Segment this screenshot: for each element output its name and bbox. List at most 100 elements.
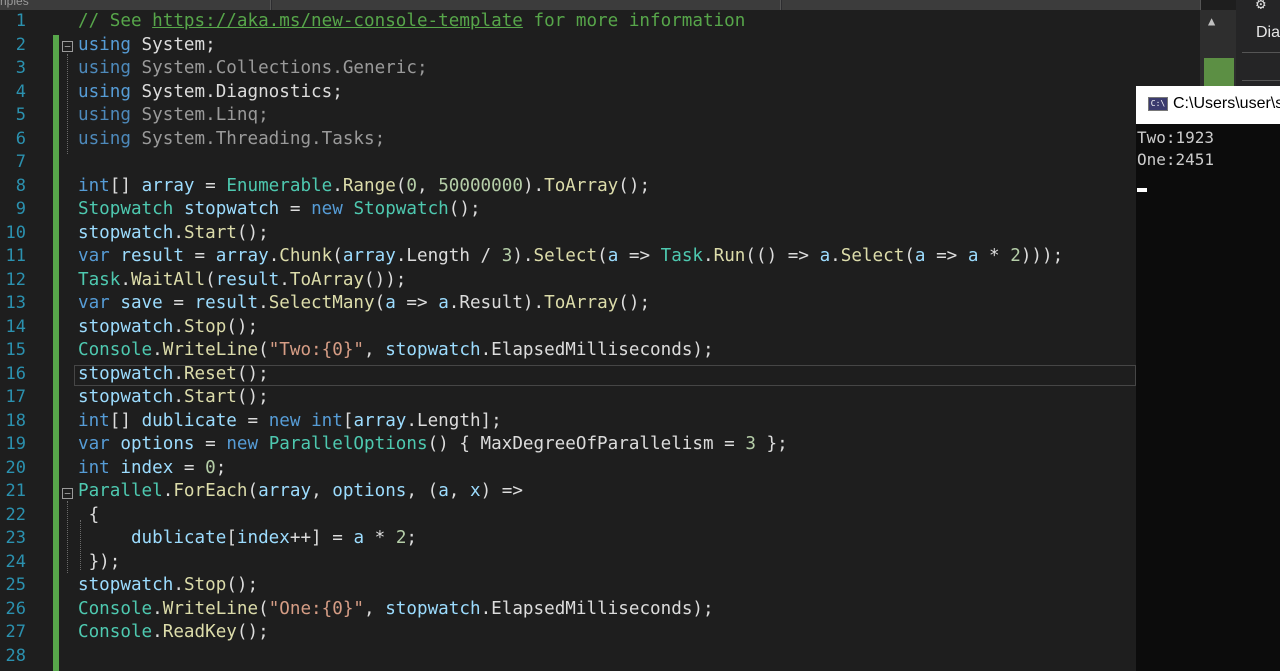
line-number: 25 [5,575,26,595]
divider [1242,52,1280,53]
code-line: 21 Parallel.ForEach(array, options, (a, … [0,480,1136,504]
line-number: 9 [15,199,26,219]
code-line: 9 Stopwatch stopwatch = new Stopwatch(); [0,198,1136,222]
gear-icon[interactable]: ⚙ [1256,0,1266,13]
code-line: 11 var result = array.Chunk(array.Length… [0,245,1136,269]
editor-tab[interactable] [782,0,1201,10]
code-line: 8 int[] array = Enumerable.Range(0, 5000… [0,175,1136,199]
console-window-title: C:\Users\user\s [1173,95,1280,112]
line-number: 3 [15,58,26,78]
code-line: 20 int index = 0; [0,457,1136,481]
line-number: 20 [5,457,26,478]
console-title-bar[interactable]: C:\ C:\Users\user\s [1136,86,1280,124]
code-text: Parallel.ForEach(array, options, (a, x) … [78,481,523,501]
code-text: stopwatch.Stop(); [78,575,259,595]
code-text: Console.WriteLine("Two:{0}", stopwatch.E… [78,340,714,360]
line-number: 8 [15,175,26,196]
line-number: 17 [5,387,26,407]
code-line: 27 Console.ReadKey(); [0,621,1136,645]
code-line: 7 [0,151,1136,175]
line-number: 21 [5,481,26,501]
code-text: using System.Threading.Tasks; [78,128,386,149]
code-line: 14 stopwatch.Stop(); [0,316,1136,340]
code-line: 23 dublicate[index++] = a * 2; [0,527,1136,551]
code-line: 18 int[] dublicate = new int[array.Lengt… [0,410,1136,434]
code-line: 2 using System; [0,34,1136,58]
code-line: 12 Task.WaitAll(result.ToArray()); [0,269,1136,293]
editor-tab-strip: nples [0,0,1201,10]
code-text: Console.ReadKey(); [78,622,269,642]
line-number: 23 [5,528,26,548]
tab-label: nples [0,0,29,8]
code-text: Stopwatch stopwatch = new Stopwatch(); [78,199,481,219]
code-text: using System.Diagnostics; [78,81,343,102]
editor-tab[interactable]: nples [0,0,271,10]
console-window[interactable]: C:\ C:\Users\user\s Two:1923 One:2451 [1136,86,1280,671]
line-number: 28 [5,645,26,666]
code-line: 13 var save = result.SelectMany(a => a.R… [0,292,1136,316]
code-text: stopwatch.Reset(); [78,363,269,384]
code-line: 25 stopwatch.Stop(); [0,574,1136,598]
line-number: 18 [5,410,26,431]
side-panel: ⚙ Dia [1236,0,1280,100]
panel-title[interactable]: Dia [1256,24,1280,42]
code-text: dublicate[index++] = a * 2; [130,528,417,548]
code-line: 28 [0,645,1136,669]
code-text: using System; [78,34,216,55]
code-text: stopwatch.Stop(); [78,316,259,337]
scroll-up-arrow-icon[interactable]: ▲ [1208,14,1215,28]
line-number: 2 [15,34,26,55]
code-line: 10 stopwatch.Start(); [0,222,1136,246]
line-number: 14 [5,316,26,337]
code-text: int index = 0; [78,457,227,478]
code-text: var options = new ParallelOptions() { Ma… [78,434,788,454]
line-number: 5 [15,105,26,125]
code-text: using System.Collections.Generic; [78,58,428,78]
code-line: 15 Console.WriteLine("Two:{0}", stopwatc… [0,339,1136,363]
line-number: 19 [5,434,26,454]
code-line: 17 stopwatch.Start(); [0,386,1136,410]
line-number: 13 [5,293,26,313]
console-cursor [1137,188,1147,192]
line-number: 15 [5,340,26,360]
line-number: 11 [5,246,26,266]
code-text: stopwatch.Start(); [78,387,269,407]
console-output-line: One:2451 [1137,150,1215,169]
divider [1242,80,1280,81]
code-line: 24 }); [0,551,1136,575]
code-line: 5 using System.Linq; [0,104,1136,128]
line-number: 1 [15,11,26,31]
line-number: 6 [15,128,26,149]
code-text: int[] array = Enumerable.Range(0, 500000… [78,175,651,196]
code-line: 3 using System.Collections.Generic; [0,57,1136,81]
code-text: { [78,504,100,525]
code-text: var save = result.SelectMany(a => a.Resu… [78,293,651,313]
line-number: 12 [5,269,26,290]
console-output-line: Two:1923 [1137,128,1215,147]
code-text: int[] dublicate = new int[array.Length]; [78,410,502,431]
line-number: 27 [5,622,26,642]
code-text: }); [78,551,121,572]
comment-link[interactable]: https://aka.ms/new-console-template [152,11,523,31]
code-line: 4 using System.Diagnostics; [0,81,1136,105]
line-number: 22 [5,504,26,525]
code-text: using System.Linq; [78,105,269,125]
code-line: 6 using System.Threading.Tasks; [0,128,1136,152]
code-text: Console.WriteLine("One:{0}", stopwatch.E… [78,598,714,619]
code-text: stopwatch.Start(); [78,222,269,243]
code-line: 26 Console.WriteLine("One:{0}", stopwatc… [0,598,1136,622]
code-text: Task.WaitAll(result.ToArray()); [78,269,407,290]
code-line: 19 var options = new ParallelOptions() {… [0,433,1136,457]
editor-tab[interactable] [272,0,781,10]
code-text: // See https://aka.ms/new-console-templa… [78,11,746,31]
code-line: 16 stopwatch.Reset(); [0,363,1136,387]
line-number: 4 [15,81,26,102]
terminal-icon: C:\ [1148,97,1168,111]
code-editor[interactable]: − − 1 // See https://aka.ms/new-console-… [0,10,1200,671]
code-line: 1 // See https://aka.ms/new-console-temp… [0,10,1136,34]
line-number: 16 [5,363,26,384]
code-text: var result = array.Chunk(array.Length / … [78,246,1064,266]
line-number: 7 [15,152,26,172]
code-line: 22 { [0,504,1136,528]
line-number: 10 [5,222,26,243]
